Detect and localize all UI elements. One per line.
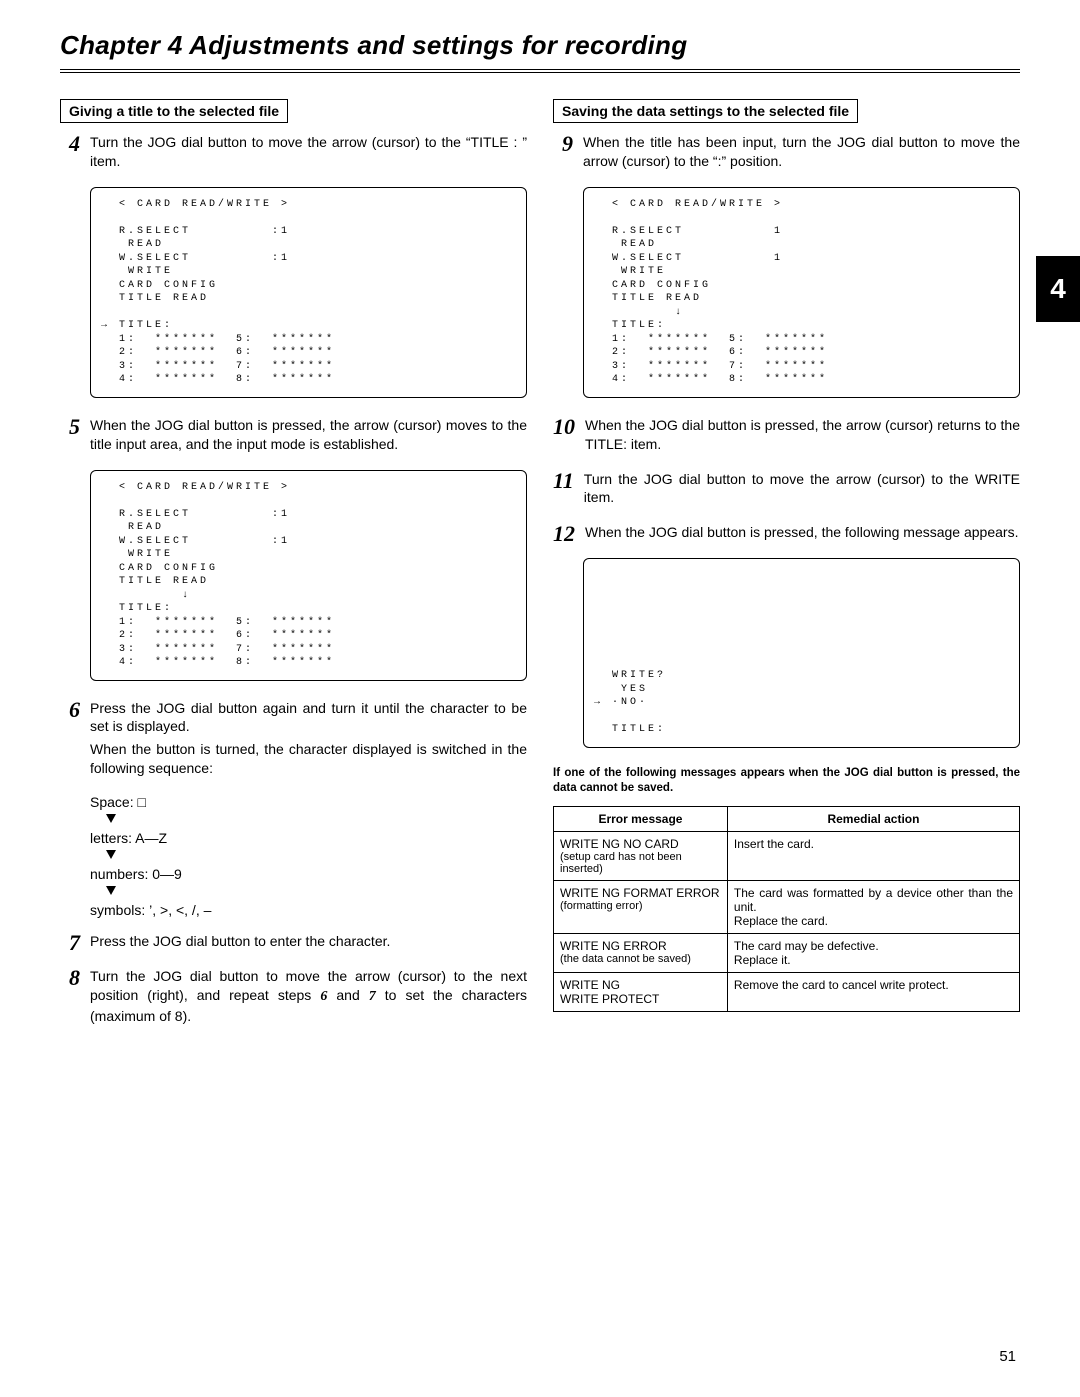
- step-7: 7 Press the JOG dial button to enter the…: [60, 932, 527, 955]
- step-text: Press the JOG dial button again and turn…: [90, 699, 527, 737]
- step-ref: 7: [369, 989, 376, 1004]
- remedial-action: The card was formatted by a device other…: [727, 880, 1019, 933]
- char-sequence: Space: □ letters: A—Z numbers: 0—9 symbo…: [90, 794, 527, 918]
- error-message: WRITE NG NO CARD: [560, 837, 679, 851]
- step-10: 10 When the JOG dial button is pressed, …: [553, 416, 1020, 458]
- step-text: When the JOG dial button is pressed, the…: [90, 416, 527, 454]
- table-row: WRITE NG WRITE PROTECT Remove the card t…: [554, 972, 1020, 1011]
- step-text: Turn the JOG dial button to move the arr…: [584, 470, 1020, 508]
- remedial-action: Remove the card to cancel write protect.: [727, 972, 1019, 1011]
- step-number: 10: [553, 416, 575, 458]
- step-9: 9 When the title has been input, turn th…: [553, 133, 1020, 175]
- step-fragment: and: [327, 987, 368, 1003]
- step-8: 8 Turn the JOG dial button to move the a…: [60, 967, 527, 1030]
- step-11: 11 Turn the JOG dial button to move the …: [553, 470, 1020, 512]
- lcd-screen-step9: < CARD READ/WRITE > R.SELECT 1 READ W.SE…: [583, 187, 1020, 398]
- error-message: WRITE NG ERROR: [560, 939, 667, 953]
- error-sub: (setup card has not been inserted): [560, 851, 721, 875]
- table-row: WRITE NG ERROR(the data cannot be saved)…: [554, 933, 1020, 972]
- step-text: When the JOG dial button is pressed, the…: [585, 523, 1020, 542]
- step-number: 11: [553, 470, 574, 512]
- step-5: 5 When the JOG dial button is pressed, t…: [60, 416, 527, 458]
- step-text: Press the JOG dial button to enter the c…: [90, 932, 527, 951]
- section-head-right: Saving the data settings to the selected…: [553, 99, 858, 123]
- table-header: Error message: [554, 806, 728, 831]
- step-4: 4 Turn the JOG dial button to move the a…: [60, 133, 527, 175]
- lcd-screen-step4: < CARD READ/WRITE > R.SELECT :1 READ W.S…: [90, 187, 527, 398]
- step-number: 6: [60, 699, 80, 783]
- step-text: When the title has been input, turn the …: [583, 133, 1020, 171]
- error-message: WRITE NG FORMAT ERROR: [560, 886, 720, 900]
- header-rule: [60, 69, 1020, 73]
- step-text: Turn the JOG dial button to move the arr…: [90, 133, 527, 171]
- seq-space: Space: □: [90, 794, 527, 810]
- seq-symbols: symbols: ’, >, <, /, –: [90, 902, 527, 918]
- seq-letters: letters: A—Z: [90, 830, 527, 846]
- left-column: Giving a title to the selected file 4 Tu…: [60, 99, 527, 1042]
- arrow-down-icon: [90, 848, 527, 864]
- content-columns: Giving a title to the selected file 4 Tu…: [60, 99, 1020, 1042]
- arrow-down-icon: [90, 884, 527, 900]
- error-message-table: Error message Remedial action WRITE NG N…: [553, 806, 1020, 1012]
- table-row: WRITE NG NO CARD(setup card has not been…: [554, 831, 1020, 880]
- lcd-screen-step12: WRITE? YES → ·NO· TITLE:: [583, 558, 1020, 748]
- seq-numbers: numbers: 0—9: [90, 866, 527, 882]
- step-text: When the JOG dial button is pressed, the…: [585, 416, 1020, 454]
- error-sub: (the data cannot be saved): [560, 953, 721, 965]
- error-sub: (formatting error): [560, 900, 721, 912]
- chapter-header: Chapter 4 Adjustments and settings for r…: [60, 30, 1020, 61]
- table-row: WRITE NG FORMAT ERROR(formatting error) …: [554, 880, 1020, 933]
- step-number: 12: [553, 523, 575, 546]
- step-text: Turn the JOG dial button to move the arr…: [90, 967, 527, 1026]
- chapter-title: Chapter 4 Adjustments and settings for r…: [60, 30, 687, 61]
- remedial-action: The card may be defective. Replace it.: [727, 933, 1019, 972]
- section-head-left: Giving a title to the selected file: [60, 99, 288, 123]
- step-12: 12 When the JOG dial button is pressed, …: [553, 523, 1020, 546]
- chapter-tab: 4: [1036, 256, 1080, 322]
- right-column: Saving the data settings to the selected…: [553, 99, 1020, 1042]
- lcd-screen-step5: < CARD READ/WRITE > R.SELECT :1 READ W.S…: [90, 470, 527, 681]
- step-number: 9: [553, 133, 573, 175]
- remedial-action: Insert the card.: [727, 831, 1019, 880]
- step-number: 5: [60, 416, 80, 458]
- step-number: 4: [60, 133, 80, 175]
- error-message: WRITE NG WRITE PROTECT: [560, 978, 659, 1006]
- step-text: When the button is turned, the character…: [90, 740, 527, 778]
- arrow-down-icon: [90, 812, 527, 828]
- step-number: 7: [60, 932, 80, 955]
- table-header: Remedial action: [727, 806, 1019, 831]
- page-number: 51: [999, 1348, 1016, 1365]
- step-6: 6 Press the JOG dial button again and tu…: [60, 699, 527, 783]
- step-number: 8: [60, 967, 80, 1030]
- save-warning: If one of the following messages appears…: [553, 766, 1020, 796]
